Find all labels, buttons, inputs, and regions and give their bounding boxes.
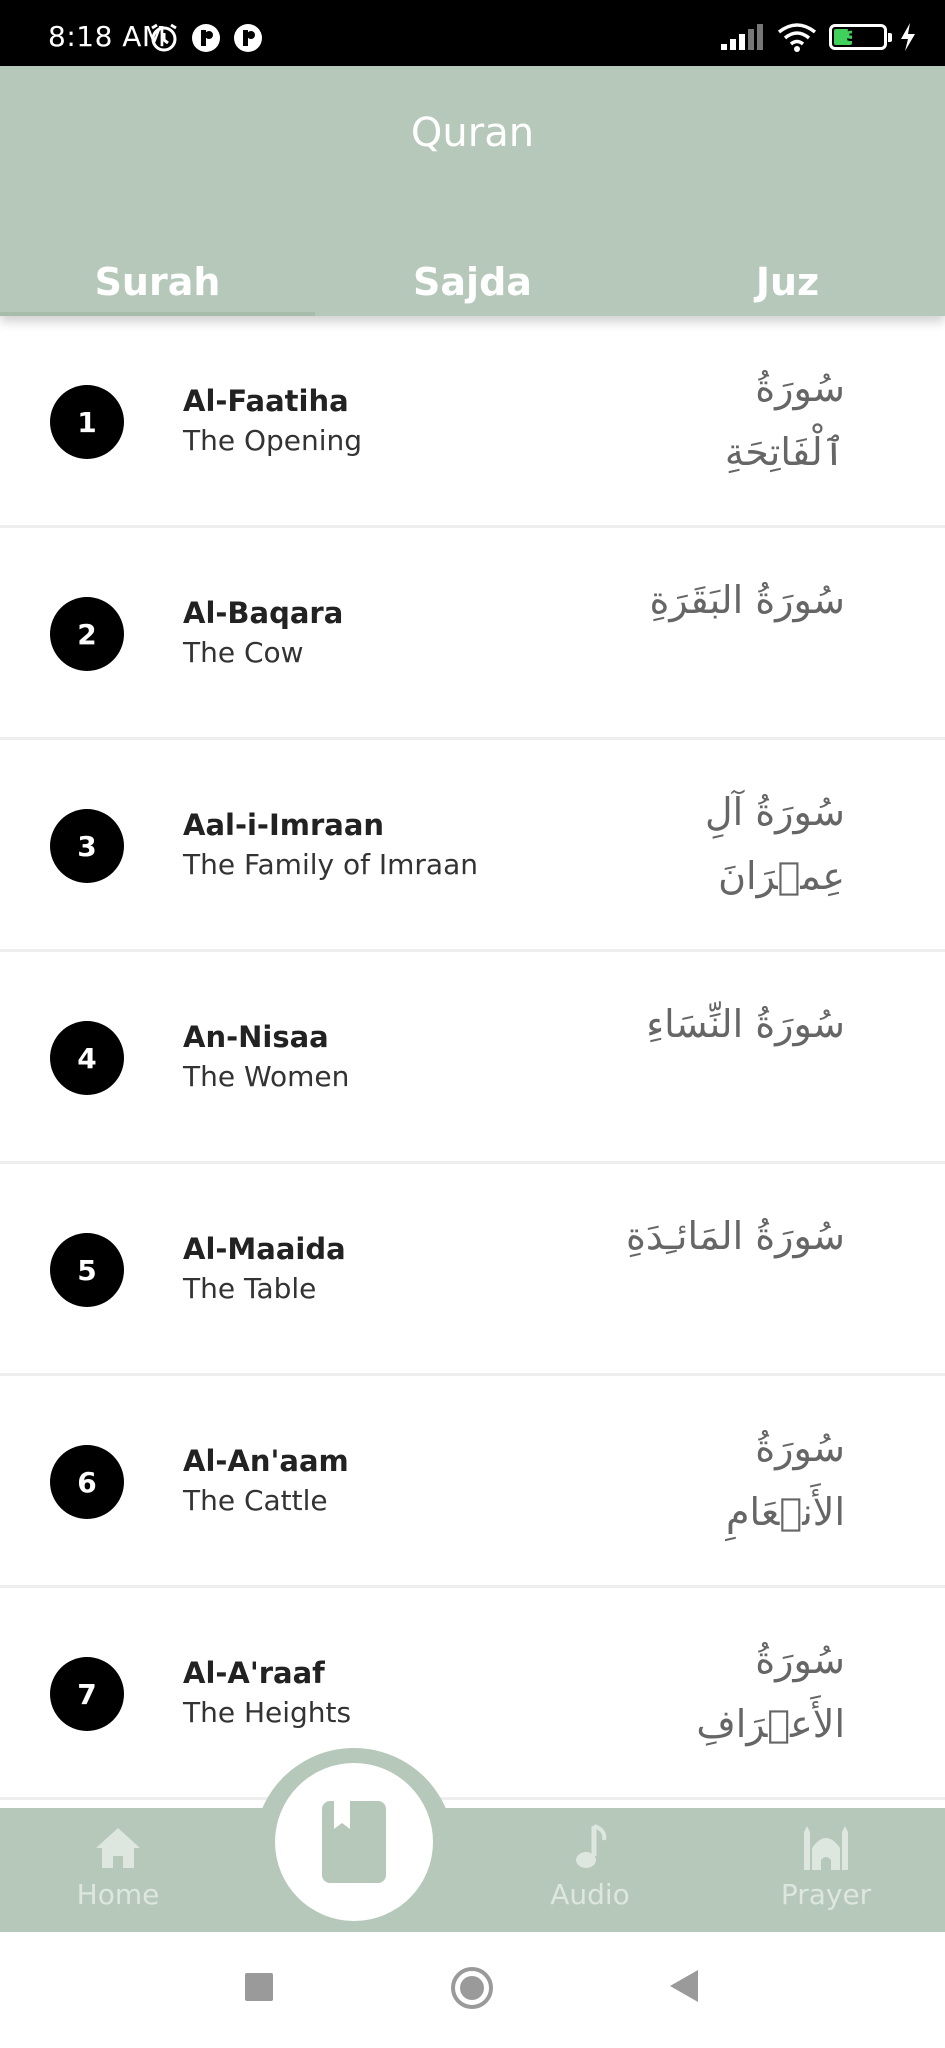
surah-arabic-name: سُورَةُ الأَنۡعَامِ bbox=[725, 1426, 845, 1534]
surah-meaning: The Family of Imraan bbox=[183, 848, 478, 881]
list-item[interactable]: 2 Al-Baqara The Cow سُورَةُ البَقَرَةِ bbox=[0, 528, 945, 740]
surah-name: An-Nisaa bbox=[183, 1020, 329, 1054]
surah-meaning: The Heights bbox=[183, 1696, 352, 1729]
page-title: Quran bbox=[410, 110, 535, 156]
wifi-icon bbox=[777, 23, 817, 52]
battery-icon: 38 bbox=[829, 24, 892, 50]
nav-quran-button[interactable] bbox=[275, 1763, 433, 1921]
back-icon[interactable] bbox=[668, 1968, 700, 2004]
battery-level: 38 bbox=[846, 26, 870, 46]
nav-home[interactable]: Home bbox=[38, 1822, 198, 1911]
list-item[interactable]: 5 Al-Maaida The Table سُورَةُ المَائـِدَ… bbox=[0, 1164, 945, 1376]
surah-number: 7 bbox=[50, 1657, 124, 1731]
surah-name: Al-Maaida bbox=[183, 1232, 346, 1266]
surah-number: 4 bbox=[50, 1021, 124, 1095]
charging-icon bbox=[901, 23, 915, 51]
surah-arabic-name: سُورَةُ البَقَرَةِ bbox=[649, 578, 845, 622]
nav-audio[interactable]: Audio bbox=[510, 1822, 670, 1911]
surah-name: Aal-i-Imraan bbox=[183, 808, 385, 842]
surah-arabic-name: سُورَةُ المَائـِدَةِ bbox=[625, 1214, 845, 1258]
surah-number: 3 bbox=[50, 809, 124, 883]
list-item[interactable]: 3 Aal-i-Imraan The Family of Imraan سُور… bbox=[0, 740, 945, 952]
surah-number: 6 bbox=[50, 1445, 124, 1519]
mosque-icon bbox=[804, 1826, 848, 1870]
book-icon bbox=[322, 1801, 386, 1883]
surah-name: Al-Baqara bbox=[183, 596, 344, 630]
list-item[interactable]: 4 An-Nisaa The Women سُورَةُ النِّسَاءِ bbox=[0, 952, 945, 1164]
nav-prayer[interactable]: Prayer bbox=[746, 1822, 906, 1911]
surah-number: 5 bbox=[50, 1233, 124, 1307]
app-notification-icon bbox=[234, 24, 262, 52]
recents-icon[interactable] bbox=[244, 1972, 274, 2002]
surah-list: 1 Al-Faatiha The Opening سُورَةُ ٱلْفَات… bbox=[0, 316, 945, 1800]
surah-meaning: The Women bbox=[183, 1060, 350, 1093]
surah-arabic-name: سُورَةُ آلِ عِمۡرَانَ bbox=[705, 790, 845, 898]
surah-meaning: The Opening bbox=[183, 424, 363, 457]
status-bar: 8:18 AM 38 bbox=[0, 0, 945, 66]
signal-icon bbox=[721, 24, 763, 50]
nav-audio-label: Audio bbox=[550, 1878, 630, 1911]
home-circle-icon[interactable] bbox=[450, 1966, 494, 2010]
app-header: Quran Surah Sajda Juz bbox=[0, 66, 945, 316]
system-nav-bar bbox=[0, 1932, 945, 2048]
alarm-icon bbox=[151, 23, 177, 52]
surah-number: 2 bbox=[50, 597, 124, 671]
tab-bar: Surah Sajda Juz bbox=[0, 250, 945, 316]
surah-name: Al-An'aam bbox=[183, 1444, 349, 1478]
home-icon bbox=[96, 1828, 140, 1868]
surah-name: Al-A'raaf bbox=[183, 1656, 325, 1690]
surah-arabic-name: سُورَةُ ٱلْفَاتِحَةِ bbox=[724, 366, 845, 474]
surah-arabic-name: سُورَةُ الأَعۡرَافِ bbox=[696, 1638, 845, 1746]
surah-meaning: The Cow bbox=[183, 636, 304, 669]
tab-juz[interactable]: Juz bbox=[630, 250, 945, 316]
surah-meaning: The Cattle bbox=[183, 1484, 328, 1517]
status-system-icons: 38 bbox=[721, 22, 917, 52]
tab-sajda[interactable]: Sajda bbox=[315, 250, 630, 316]
surah-meaning: The Table bbox=[183, 1272, 317, 1305]
nav-home-label: Home bbox=[76, 1878, 160, 1911]
status-notification-icons bbox=[148, 22, 264, 54]
list-item[interactable]: 7 Al-A'raaf The Heights سُورَةُ الأَعۡرَ… bbox=[0, 1588, 945, 1800]
surah-name: Al-Faatiha bbox=[183, 384, 349, 418]
app-notification-icon bbox=[192, 24, 220, 52]
tab-surah[interactable]: Surah bbox=[0, 250, 315, 316]
nav-prayer-label: Prayer bbox=[780, 1878, 872, 1911]
music-note-icon bbox=[576, 1824, 607, 1868]
surah-arabic-name: سُورَةُ النِّسَاءِ bbox=[646, 1002, 845, 1046]
list-item[interactable]: 6 Al-An'aam The Cattle سُورَةُ الأَنۡعَا… bbox=[0, 1376, 945, 1588]
surah-number: 1 bbox=[50, 385, 124, 459]
list-item[interactable]: 1 Al-Faatiha The Opening سُورَةُ ٱلْفَات… bbox=[0, 316, 945, 528]
